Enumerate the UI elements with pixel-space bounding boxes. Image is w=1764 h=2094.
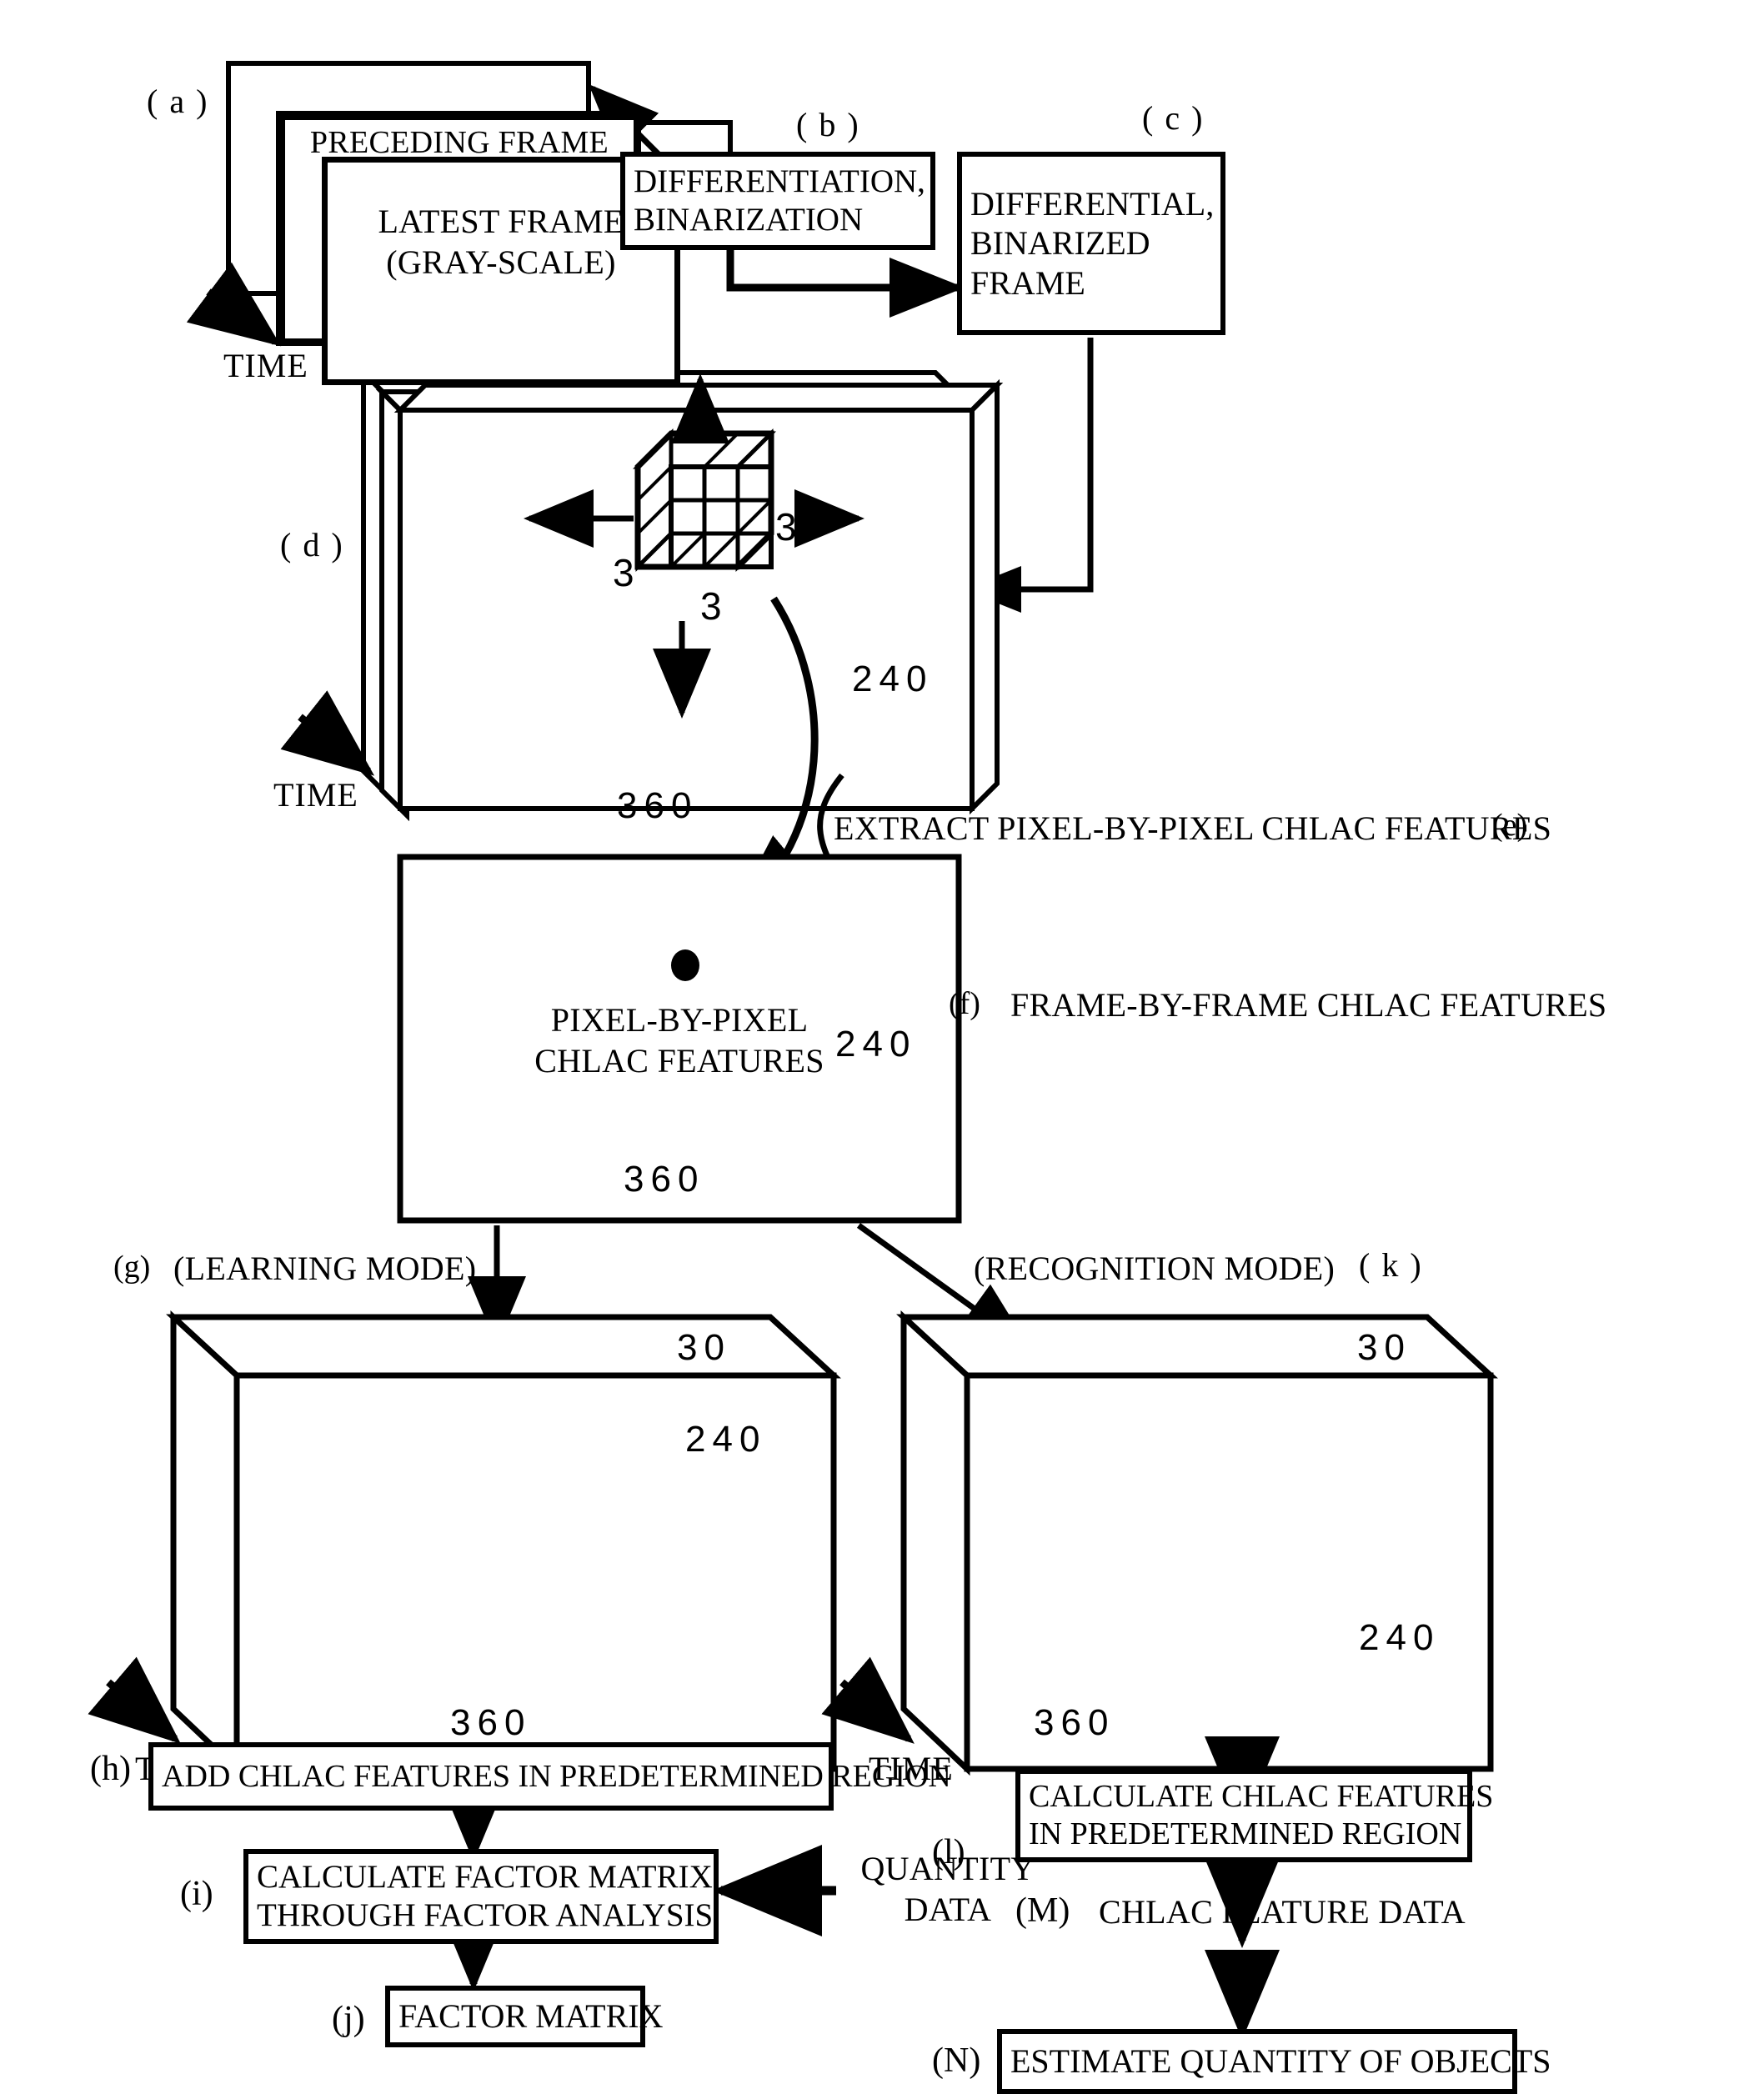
time-arrow-g	[88, 1656, 181, 1744]
kernel-dim-bottom: 3	[700, 584, 722, 628]
box-k-depth-30: 30	[1357, 1327, 1411, 1368]
process-box-l-label: CALCULATE CHLAC FEATURES IN PREDETERMINE…	[1029, 1779, 1494, 1851]
pixelwise-chlac-label: PIXEL-BY-PIXEL CHLAC FEATURES	[534, 1001, 824, 1080]
process-box-b-label: DIFFERENTIATION, BINARIZATION	[634, 163, 925, 238]
step-tag-j: (j)	[332, 2000, 365, 2038]
slab-d-height-240: 240	[852, 659, 934, 699]
time-arrow-k	[821, 1656, 915, 1744]
step-tag-b: ( b )	[796, 106, 860, 143]
process-box-c[interactable]: DIFFERENTIAL, BINARIZED FRAME	[957, 152, 1225, 335]
process-box-j[interactable]: FACTOR MATRIX	[385, 1986, 663, 2047]
kernel-dim-right: 3	[775, 505, 797, 549]
box-g-width-360: 360	[450, 1702, 532, 1743]
time-arrow-d	[280, 690, 375, 776]
framewise-chlac-label: FRAME-BY-FRAME CHLAC FEATURES	[1010, 986, 1607, 1024]
process-box-i-label: CALCULATE FACTOR MATRIX THROUGH FACTOR A…	[257, 1858, 714, 1933]
process-box-i[interactable]: CALCULATE FACTOR MATRIX THROUGH FACTOR A…	[243, 1849, 719, 1944]
box-k-width-360: 360	[1034, 1702, 1115, 1743]
time-label-a: TIME	[223, 347, 308, 384]
step-tag-h: (h)	[90, 1750, 131, 1788]
extract-curve-arrow	[728, 596, 821, 922]
process-box-j-label: FACTOR MATRIX	[398, 1997, 664, 2036]
kernel-dim-left: 3	[613, 551, 634, 594]
step-tag-i: (i)	[180, 1875, 213, 1913]
box-k-height-240: 240	[1359, 1617, 1441, 1658]
slab-d-width-360: 360	[617, 785, 699, 826]
step-tag-e: (e)	[1492, 808, 1528, 843]
process-box-n[interactable]: ESTIMATE QUANTITY OF OBJECTS	[997, 2029, 1551, 2094]
step-tag-g: (g)	[113, 1250, 151, 1285]
process-box-h-label: ADD CHLAC FEATURES IN PREDETERMINED REGI…	[162, 1758, 951, 1794]
frame-f-height-240: 240	[835, 1024, 917, 1065]
recognition-mode-label: (RECOGNITION MODE)	[974, 1250, 1336, 1287]
step-tag-d: ( d )	[280, 526, 344, 564]
frame-f-width-360: 360	[624, 1159, 705, 1200]
process-box-h[interactable]: ADD CHLAC FEATURES IN PREDETERMINED REGI…	[148, 1742, 951, 1811]
process-box-l[interactable]: CALCULATE CHLAC FEATURES IN PREDETERMINE…	[1015, 1769, 1493, 1862]
process-box-c-label: DIFFERENTIAL, BINARIZED FRAME	[970, 185, 1215, 302]
box-g-depth-30: 30	[677, 1327, 731, 1368]
process-box-n-label: ESTIMATE QUANTITY OF OBJECTS	[1010, 2042, 1551, 2081]
step-tag-k: ( k )	[1359, 1246, 1423, 1284]
time-arrow-a	[186, 262, 282, 347]
patent-figure-canvas: ( a ) PRECEDING FRAME LATEST FRAME (GRAY…	[0, 0, 1764, 2094]
chlac-kernel-cube	[632, 428, 777, 573]
volume-box-g	[166, 1310, 841, 1776]
step-tag-f: (f)	[949, 986, 980, 1021]
step-tag-l: (l)	[932, 1833, 965, 1871]
step-tag-m: (M)	[1015, 1891, 1070, 1930]
connector-b-to-c	[726, 250, 965, 318]
step-tag-c: ( c )	[1142, 99, 1205, 137]
step-tag-n: (N)	[932, 2041, 981, 2080]
box-g-height-240: 240	[685, 1419, 767, 1460]
kernel-direction-arrows	[524, 373, 864, 719]
time-label-d: TIME	[273, 776, 358, 814]
volume-box-k	[896, 1310, 1498, 1776]
chlac-feature-data-label: CHLAC FEATURE DATA	[1099, 1893, 1466, 1931]
learning-mode-label: (LEARNING MODE)	[173, 1250, 477, 1287]
pixel-dot-marker	[671, 949, 699, 981]
step-tag-a: ( a )	[147, 83, 209, 120]
extract-step-label: EXTRACT PIXEL-BY-PIXEL CHLAC FEATURES	[834, 809, 1552, 847]
connector-c-to-d	[963, 338, 1094, 613]
slab-stack-d	[357, 366, 1004, 822]
process-box-b[interactable]: DIFFERENTIATION, BINARIZATION	[620, 152, 935, 250]
